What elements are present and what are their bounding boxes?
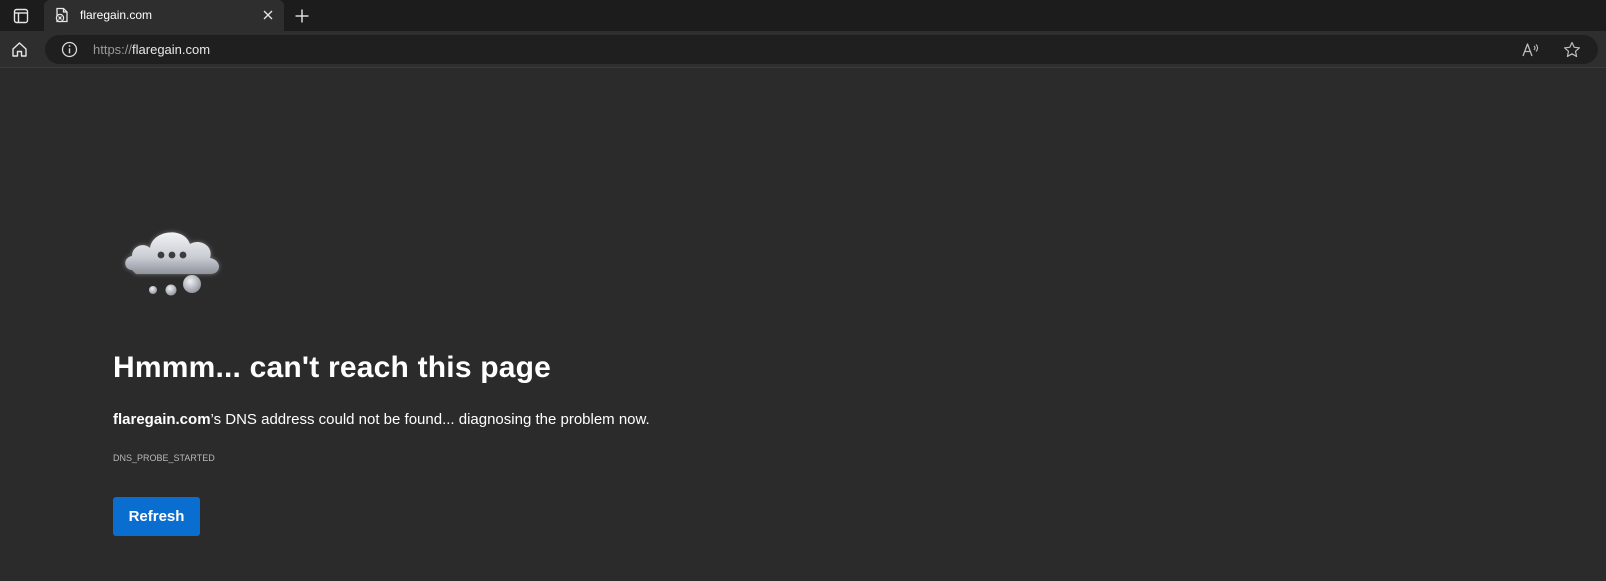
error-page-content: Hmmm... can't reach this page flaregain.…	[0, 68, 1606, 581]
navigation-toolbar: https://flaregain.com	[0, 31, 1606, 68]
thinking-cloud-icon	[118, 218, 230, 308]
new-tab-button[interactable]	[290, 4, 314, 28]
browser-window: flaregain.com https://flaregain.com Hmmm…	[0, 0, 1606, 581]
error-host: flaregain.com	[113, 411, 211, 428]
tab-actions-button[interactable]	[8, 4, 34, 28]
home-button[interactable]	[6, 36, 32, 62]
plus-icon	[295, 9, 309, 23]
refresh-button[interactable]: Refresh	[113, 497, 200, 536]
read-aloud-icon	[1522, 42, 1540, 58]
add-favorite-button[interactable]	[1561, 39, 1583, 61]
address-bar[interactable]: https://flaregain.com	[45, 35, 1598, 64]
star-icon	[1563, 41, 1581, 59]
url-scheme: https://	[93, 42, 133, 57]
tab-strip: flaregain.com	[0, 0, 1606, 31]
tab-actions-icon	[13, 8, 29, 24]
tab-close-button[interactable]	[260, 7, 276, 23]
error-page-favicon-icon	[54, 7, 70, 23]
url-text[interactable]: https://flaregain.com	[93, 42, 210, 57]
tab-active[interactable]: flaregain.com	[44, 0, 284, 31]
error-message: flaregain.com’s DNS address could not be…	[113, 411, 650, 428]
close-icon	[263, 10, 273, 20]
error-code: DNS_PROBE_STARTED	[113, 453, 215, 463]
error-message-text: ’s DNS address could not be found... dia…	[210, 411, 650, 428]
tab-title: flaregain.com	[80, 8, 153, 22]
info-icon[interactable]	[61, 41, 78, 58]
home-icon	[11, 41, 28, 58]
read-aloud-button[interactable]	[1521, 40, 1541, 60]
error-heading: Hmmm... can't reach this page	[113, 351, 552, 384]
url-host: flaregain.com	[132, 42, 211, 57]
